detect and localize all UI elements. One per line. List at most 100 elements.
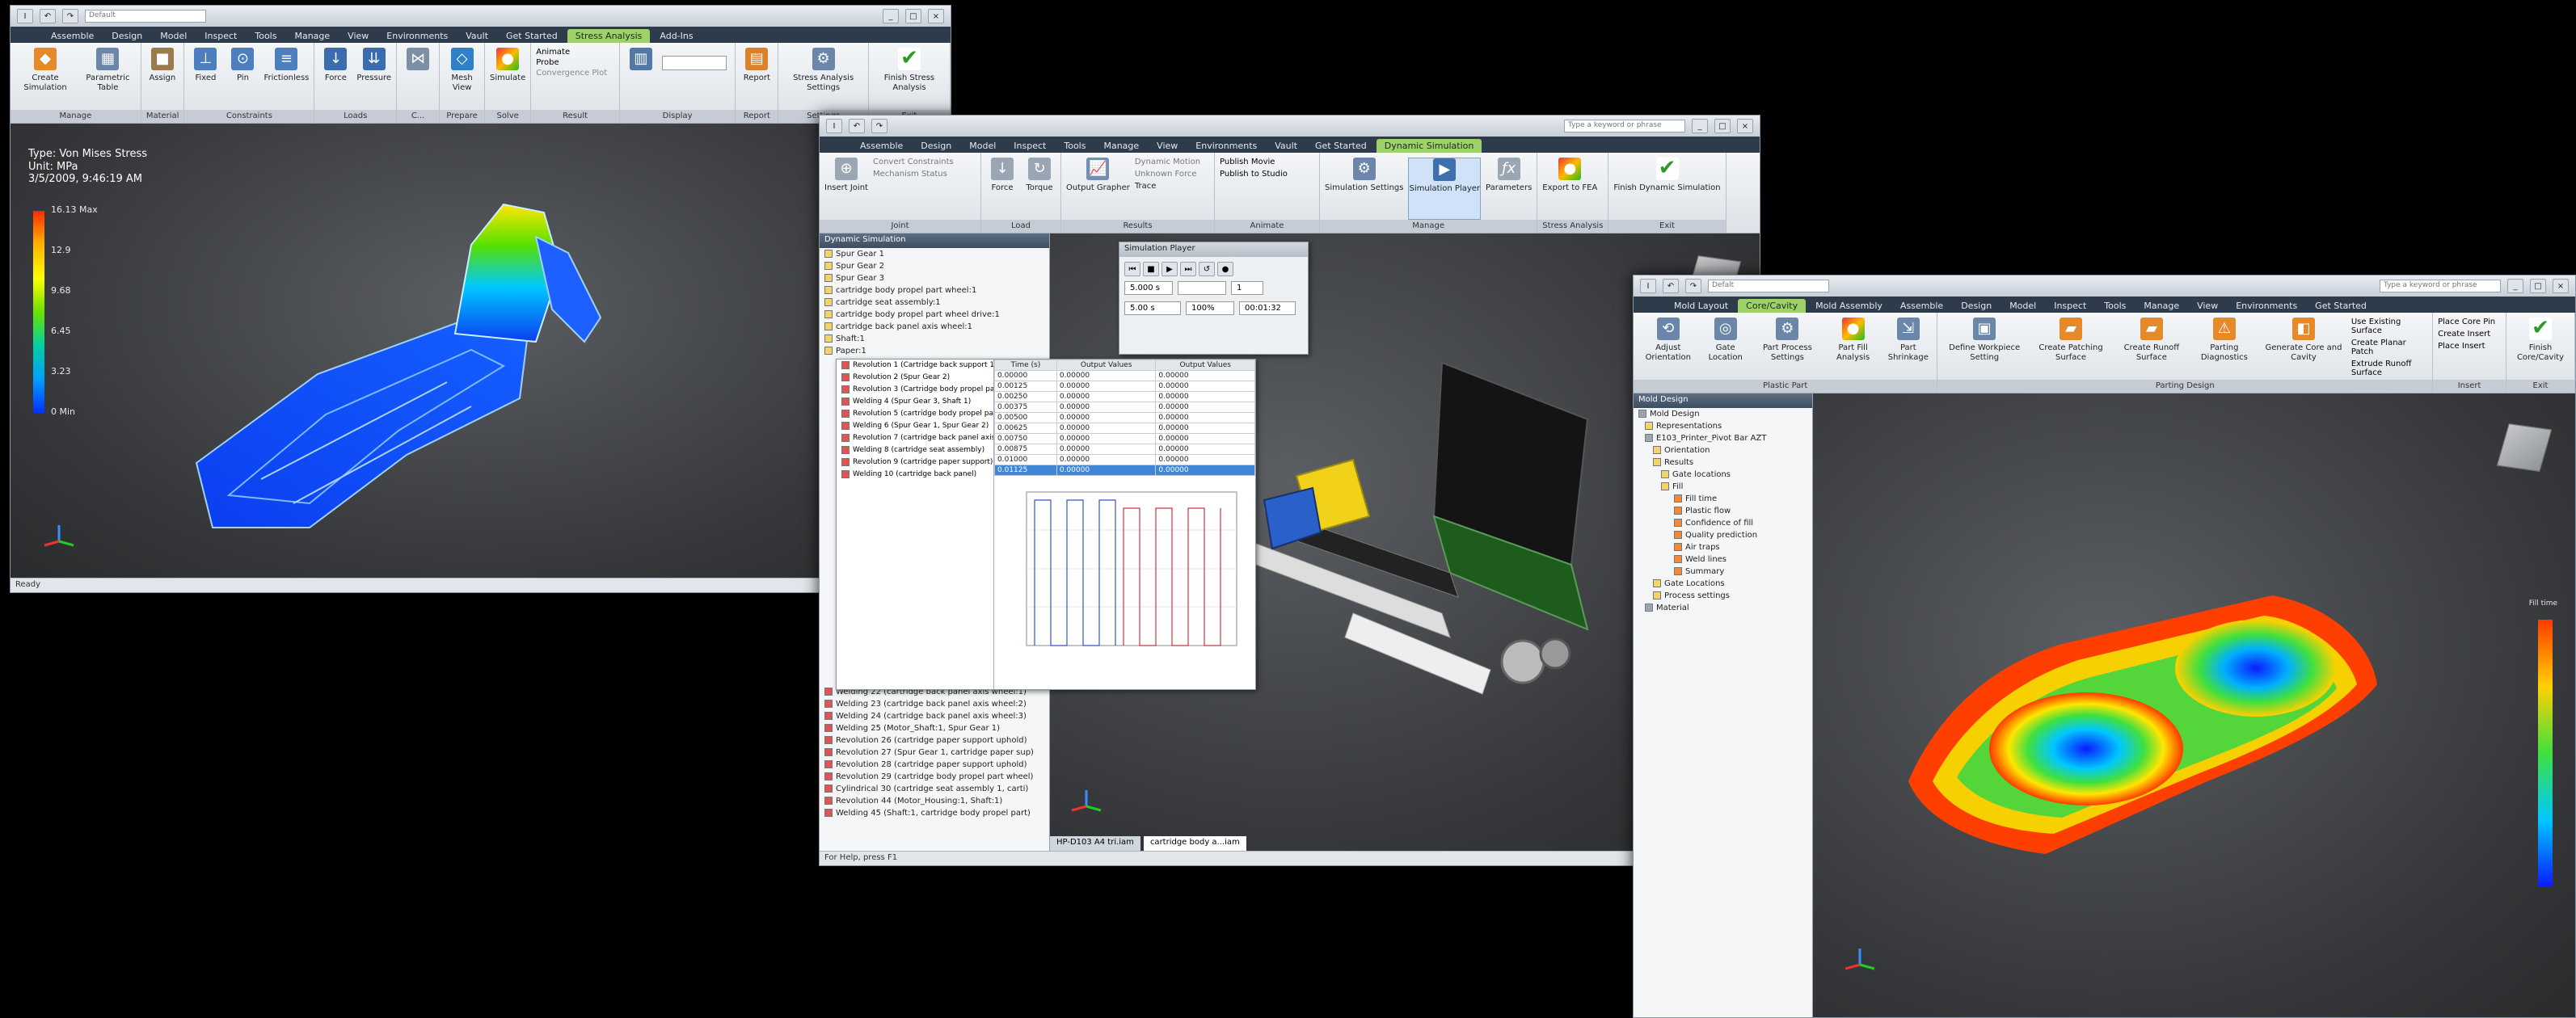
tree-item[interactable]: Representations [1634,420,1812,432]
tree-item[interactable]: Fill time [1634,493,1812,505]
tab-model[interactable]: Model [961,139,1004,153]
create-patching-surface-button[interactable]: ▰ Create Patching Surface [2031,318,2110,380]
list-item[interactable]: Revolution 3 (Cartridge body propel part… [837,384,993,396]
graphics-window[interactable]: Type: Von Mises Stress Unit: MPa 3/5/200… [11,124,951,578]
dynamic-motion-button[interactable]: Dynamic Motion [1135,158,1200,166]
tree-item[interactable]: Welding 24 (cartridge back panel axis wh… [820,710,1049,722]
tab-assemble[interactable]: Assemble [43,29,102,43]
unknown-force-button[interactable]: Unknown Force [1135,170,1200,179]
tree-item[interactable]: Shaft:1 [820,333,1049,345]
define-workpiece-setting-button[interactable]: ▣ Define Workpiece Setting [1942,318,2026,380]
undo-icon[interactable]: ↶ [40,9,56,23]
frictionless-button[interactable]: ≡ Frictionless [264,48,309,110]
tree-item[interactable]: Revolution 26 (cartridge paper support u… [820,734,1049,747]
list-item[interactable]: Welding 10 (cartridge back panel) [837,469,993,481]
tab-inspect[interactable]: Inspect [2046,299,2094,313]
close-icon[interactable]: × [928,9,944,23]
record-icon[interactable]: ● [1217,262,1233,276]
finish-dynamic-simulation-button[interactable]: ✔ Finish Dynamic Simulation [1613,156,1720,220]
tab-get-started[interactable]: Get Started [2307,299,2375,313]
convergence-plot-button[interactable]: Convergence Plot [536,69,614,78]
redo-icon[interactable]: ↷ [871,119,887,133]
tree-item[interactable]: Fill [1634,481,1812,493]
tree-item[interactable]: Spur Gear 1 [820,248,1049,260]
torque-button[interactable]: ↻ Torque [1023,158,1056,220]
force-button[interactable]: ↓ Force [986,158,1018,220]
table-row[interactable]: 0.00000 0.00000 0.00000 [994,370,1255,381]
tab-stress-analysis[interactable]: Stress Analysis [567,29,651,43]
tree-item[interactable]: Summary [1634,566,1812,578]
count-input[interactable]: 1 [1231,281,1263,295]
tab-manage[interactable]: Manage [1095,139,1147,153]
close-icon[interactable]: × [2553,279,2569,293]
parting-diagnostics-button[interactable]: ⚠ Parting Diagnostics [2193,318,2257,380]
stop-icon[interactable]: ■ [1143,262,1159,276]
create-insert-button[interactable]: Create Insert [2438,330,2501,339]
part-shrinkage-button[interactable]: ⇲ Part Shrinkage [1884,318,1932,380]
tab-environments[interactable]: Environments [2228,299,2305,313]
tab-assemble[interactable]: Assemble [1892,299,1951,313]
tree-item[interactable]: E103_Printer_Pivot Bar AZT [1634,432,1812,444]
table-row[interactable]: 0.00375 0.00000 0.00000 [994,402,1255,413]
table-row[interactable]: 0.00750 0.00000 0.00000 [994,433,1255,444]
tab-inspect[interactable]: Inspect [1006,139,1054,153]
tree-item[interactable]: Revolution 27 (Spur Gear 1, cartridge pa… [820,747,1049,759]
pin-button[interactable]: ⊙ Pin [226,48,259,110]
simulate-button[interactable]: ● Simulate [490,48,525,110]
create-simulation-button[interactable]: ◆ Create Simulation [15,48,75,110]
tab-assemble[interactable]: Assemble [852,139,911,153]
undo-icon[interactable]: ↶ [849,119,865,133]
close-icon[interactable]: × [1737,119,1753,133]
convert-constraints-button[interactable]: Convert Constraints [873,158,954,166]
table-row[interactable]: 0.01000 0.00000 0.00000 [994,454,1255,465]
tab-tools[interactable]: Tools [1056,139,1094,153]
simulation-player-button[interactable]: ▶ Simulation Player [1408,158,1482,220]
export-to-fea-button[interactable]: ● Export to FEA [1542,158,1597,220]
generate-core-cavity-button[interactable]: ◧ Generate Core and Cavity [2261,318,2346,380]
stress-analysis-settings-button[interactable]: ⚙ Stress Analysis Settings [783,48,863,110]
tree-item[interactable]: Cylindrical 30 (cartridge seat assembly … [820,783,1049,795]
finish-core-cavity-button[interactable]: ✔ Finish Core/Cavity [2511,316,2570,380]
create-planar-patch-button[interactable]: Create Planar Patch [2351,339,2427,356]
display-options-button[interactable]: ▥ [625,48,657,110]
tab-vault[interactable]: Vault [457,29,496,43]
part-fill-analysis-button[interactable]: ● Part Fill Analysis [1827,318,1879,380]
probe-button[interactable]: Probe [536,58,614,67]
tree-item[interactable]: Plastic flow [1634,505,1812,517]
maximize-icon[interactable]: □ [905,9,921,23]
play-icon[interactable]: ▶ [1162,262,1178,276]
report-button[interactable]: ▤ Report [740,48,773,110]
trace-button[interactable]: Trace [1135,182,1200,191]
table-row[interactable]: 0.01125 0.00000 0.00000 [994,465,1255,476]
animate-button[interactable]: Animate [536,48,614,57]
tab-view[interactable]: View [2189,299,2226,313]
mesh-view-button[interactable]: ◇ Mesh View [445,48,479,110]
list-item[interactable]: Revolution 1 (Cartridge back support 1, … [837,360,993,372]
tab-core-cavity[interactable]: Core/Cavity [1738,299,1807,313]
tree-item[interactable]: Paper:1 [820,345,1049,357]
list-item[interactable]: Revolution 2 (Spur Gear 2) [837,372,993,384]
create-runoff-surface-button[interactable]: ▰ Create Runoff Surface [2115,318,2187,380]
simulation-settings-button[interactable]: ⚙ Simulation Settings [1325,158,1403,220]
insert-joint-button[interactable]: ⊕ Insert Joint [824,158,868,220]
tab-tools[interactable]: Tools [247,29,285,43]
mechanism-status-button[interactable]: Mechanism Status [873,170,954,179]
column-header[interactable]: Output Values [1056,360,1157,371]
minimize-icon[interactable]: _ [883,9,899,23]
minimize-icon[interactable]: _ [1692,119,1708,133]
tab-dynamic-simulation[interactable]: Dynamic Simulation [1376,139,1482,153]
fixed-button[interactable]: ⊥ Fixed [189,48,221,110]
redo-icon[interactable]: ↷ [62,9,78,23]
publish-to-studio-button[interactable]: Publish to Studio [1220,170,1314,179]
tab-manage[interactable]: Manage [2135,299,2187,313]
use-existing-surface-button[interactable]: Use Existing Surface [2351,318,2427,335]
graphics-window[interactable]: Mold Design Mold Design Representations … [1634,393,2575,1017]
tab-environments[interactable]: Environments [1187,139,1265,153]
loop-icon[interactable]: ↺ [1199,262,1215,276]
list-item[interactable]: Revolution 5 (cartridge body propel part… [837,408,993,420]
tree-item[interactable]: cartridge seat assembly:1 [820,297,1049,309]
app-menu-icon[interactable]: I [17,9,33,23]
extrude-runoff-surface-button[interactable]: Extrude Runoff Surface [2351,360,2427,377]
appearance-select[interactable]: Default [85,10,206,23]
tab-model[interactable]: Model [2001,299,2044,313]
